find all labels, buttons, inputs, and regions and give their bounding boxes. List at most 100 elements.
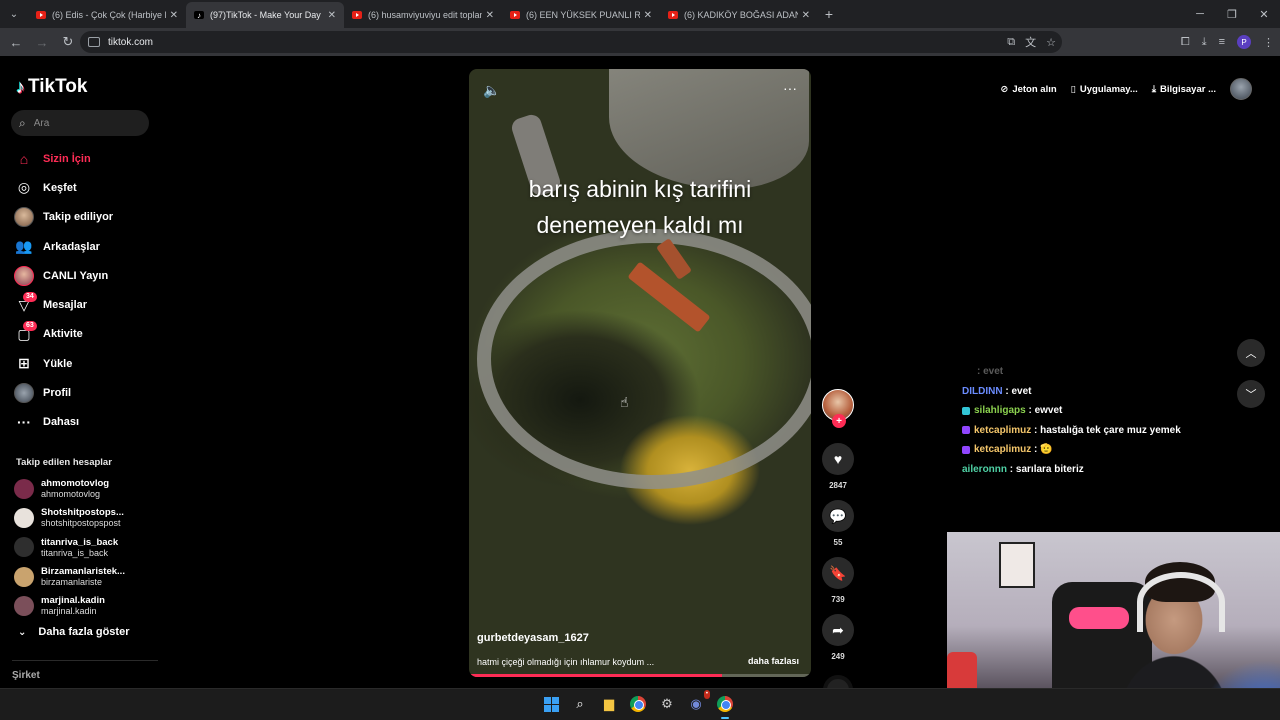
settings-icon[interactable]: ⚙	[656, 693, 678, 715]
chat-line: aileronnn : sarılara biteriz	[962, 460, 1262, 480]
following-accounts-title: Takip edilen hesaplar	[16, 457, 112, 468]
chrome-icon[interactable]	[627, 693, 649, 715]
tab-title: (6) Edis - Çok Çok (Harbiye Kon	[52, 10, 166, 20]
show-more-button[interactable]: ⌄ Daha fazla göster	[18, 626, 129, 638]
comment-count: 55	[833, 538, 843, 547]
desktop-app-label: Bilgisayar ...	[1160, 83, 1216, 95]
profile-avatar-icon	[14, 383, 34, 404]
live-avatar-icon	[14, 265, 34, 286]
site-info-icon[interactable]	[88, 37, 100, 47]
volume-icon[interactable]: 🔈	[483, 82, 500, 99]
phone-icon: ▯	[1070, 83, 1076, 95]
browser-tab-active[interactable]: (97)TikTok - Make Your Day ✕	[186, 2, 344, 28]
browser-tab[interactable]: (6) husamviyuviyu edit toplantı ✕	[344, 2, 502, 28]
translate-icon[interactable]: 文	[1025, 34, 1036, 50]
account-handle: birzamanlariste	[41, 577, 103, 588]
coin-icon: ⊘	[1000, 83, 1009, 95]
nav-item-activity[interactable]: ▢ 63 Aktivite	[14, 320, 154, 349]
user-avatar[interactable]	[1230, 78, 1252, 100]
nav-item-explore[interactable]: ◎ Keşfet	[14, 173, 154, 202]
kebab-menu-icon[interactable]: ⋮	[1263, 36, 1274, 49]
chat-message: evet	[1011, 385, 1032, 397]
chat-separator: :	[1031, 444, 1041, 456]
comment-icon[interactable]: 💬	[822, 500, 854, 532]
address-bar[interactable]: tiktok.com ⧉ 文 ☆	[80, 31, 1062, 53]
avatar	[14, 566, 34, 587]
following-item[interactable]: marjinal.kadin marjinal.kadin	[14, 591, 154, 620]
reload-icon[interactable]: ↻	[56, 30, 80, 54]
chat-user: ketcaplimuz	[974, 424, 1032, 436]
video-caption: hatmi çiçeği olmadığı için ıhlamur koydu…	[477, 657, 655, 667]
profile-avatar[interactable]: P	[1237, 35, 1251, 49]
browser-tab-bar: ⌄ (6) Edis - Çok Çok (Harbiye Kon ✕ (97)…	[0, 0, 1280, 28]
show-more-label: Daha fazla göster	[38, 626, 130, 638]
search-box[interactable]: ⌕	[11, 110, 149, 136]
back-arrow-icon[interactable]: ←	[4, 30, 28, 54]
see-more-link[interactable]: daha fazlası	[748, 656, 799, 666]
extensions-puzzle-icon[interactable]: ⧠	[1181, 36, 1190, 49]
video-author[interactable]: gurbetdeyasam_1627	[477, 632, 589, 644]
nav-item-more[interactable]: ··· Dahası	[14, 408, 154, 437]
chat-message: evet	[983, 366, 1004, 378]
following-item[interactable]: ahmomotovlog ahmomotovlog	[14, 474, 154, 503]
more-options-icon[interactable]: ···	[783, 80, 797, 96]
file-explorer-icon[interactable]: ▆	[598, 693, 620, 715]
forward-arrow-icon[interactable]: →	[30, 30, 54, 54]
bookmark-star-icon[interactable]: ☆	[1046, 36, 1056, 49]
close-icon[interactable]: ✕	[644, 10, 652, 21]
browser-toolbar: ← → ↻ tiktok.com ⧉ 文 ☆ ⧠ ⤓ ≡ P ⋮	[0, 28, 1280, 56]
cast-icon[interactable]: ⧉	[1007, 36, 1015, 49]
nav-item-friends[interactable]: 👥 Arkadaşlar	[14, 232, 154, 261]
get-app-button[interactable]: ▯ Uygulamay...	[1071, 84, 1138, 95]
profile-avatar	[14, 383, 34, 404]
tab-search-icon[interactable]: ⌄	[0, 0, 28, 28]
top-right-actions: ⊘ Jeton alın ▯ Uygulamay... ⤓ Bilgisayar ..…	[1000, 78, 1252, 100]
tiktok-logo[interactable]: ♪ TikTok	[16, 76, 87, 98]
nav-item-profile[interactable]: Profil	[14, 378, 154, 407]
download-icon[interactable]: ⤓	[1202, 36, 1207, 49]
nav-item-messages[interactable]: ▽ 34 Mesajlar	[14, 290, 154, 319]
restore-icon[interactable]: ❐	[1216, 0, 1248, 28]
close-icon[interactable]: ✕	[802, 10, 810, 21]
search-icon[interactable]: ⌕	[569, 693, 591, 715]
video-player[interactable]: 🔈 ··· barış abinin kış tarifini denemeye…	[469, 69, 811, 677]
follow-plus-icon[interactable]: +	[832, 414, 846, 428]
video-progress-bar[interactable]	[469, 674, 811, 677]
stream-chat-overlay: : evet DILDINN : evet silahligaps : ewve…	[962, 362, 1262, 479]
following-item[interactable]: Birzamanlaristek... birzamanlariste	[14, 562, 154, 591]
chat-user: silahligaps	[974, 405, 1026, 417]
following-item[interactable]: titanriva_is_back titanriva_is_back	[14, 533, 154, 562]
following-item[interactable]: Shotshitpostops... shotshitpostopspost	[14, 503, 154, 532]
tab-title: (6) EEN YÜKSEK PUANLI RESTO	[526, 10, 640, 20]
browser-tab[interactable]: (6) Edis - Çok Çok (Harbiye Kon ✕	[28, 2, 186, 28]
media-control-icon[interactable]: ≡	[1219, 36, 1225, 48]
like-heart-icon[interactable]: ♥	[822, 443, 854, 475]
nav-item-upload[interactable]: ⊞ Yükle	[14, 349, 154, 378]
search-icon[interactable]: ⌕	[19, 116, 26, 131]
desktop-app-button[interactable]: ⤓ Bilgisayar ...	[1152, 84, 1216, 95]
nav-label: Aktivite	[43, 328, 83, 341]
search-input[interactable]	[33, 117, 134, 129]
close-icon[interactable]: ✕	[486, 10, 494, 21]
nav-item-live[interactable]: CANLI Yayın	[14, 261, 154, 290]
get-coins-button[interactable]: ⊘ Jeton alın	[1000, 84, 1056, 95]
creator-avatar[interactable]: +	[822, 389, 854, 428]
windows-start-icon[interactable]	[540, 693, 562, 715]
close-icon[interactable]: ✕	[170, 10, 178, 21]
nav-label: Sizin İçin	[43, 152, 91, 165]
close-window-icon[interactable]: ✕	[1248, 0, 1280, 28]
share-arrow-icon[interactable]: ➦	[822, 614, 854, 646]
share-count: 249	[831, 652, 845, 661]
browser-tab[interactable]: (6) KADIKÖY BOĞASI ADANA Y ✕	[660, 2, 818, 28]
home-icon: ⌂	[19, 150, 29, 167]
bookmark-icon[interactable]: 🔖	[822, 557, 854, 589]
new-tab-plus-icon[interactable]: +	[818, 6, 840, 22]
close-icon[interactable]: ✕	[328, 10, 336, 21]
minimize-icon[interactable]: ─	[1184, 0, 1216, 28]
nav-item-following[interactable]: Takip ediliyor	[14, 203, 154, 232]
chrome-icon-active[interactable]	[714, 693, 736, 719]
nav-item-for-you[interactable]: ⌂ Sizin İçin	[14, 144, 154, 173]
discord-icon[interactable]: ◉ •	[685, 690, 710, 715]
browser-tab[interactable]: (6) EEN YÜKSEK PUANLI RESTO ✕	[502, 2, 660, 28]
company-link[interactable]: Şirket	[12, 670, 40, 681]
